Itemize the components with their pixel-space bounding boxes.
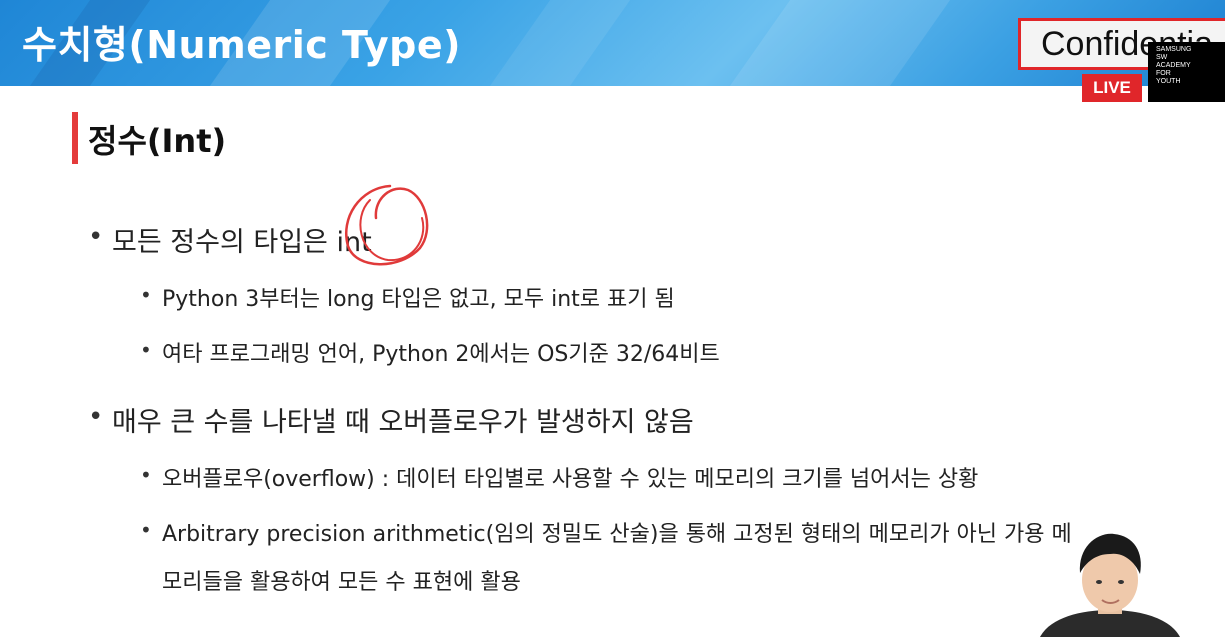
sub-bullet-item: Python 3부터는 long 타입은 없고, 모두 int로 표기 됨 (162, 287, 675, 312)
header-facet (489, 0, 631, 86)
section-accent-bar (72, 112, 78, 164)
bullet-dot: • (140, 283, 152, 307)
bullet-item: 매우 큰 수를 나타낼 때 오버플로우가 발생하지 않음 (112, 407, 694, 438)
live-badge: LIVE (1082, 74, 1142, 102)
bullet-dot: • (140, 518, 152, 542)
logo-line: SW (1156, 54, 1168, 61)
presenter-video (1040, 533, 1180, 637)
section-title: 정수(Int) (88, 122, 227, 160)
sub-bullet-continuation: 모리들을 활용하여 모든 수 표현에 활용 (162, 570, 521, 595)
header-facet (729, 0, 951, 86)
slide-title: 수치형(Numeric Type) (22, 23, 462, 67)
annotation-circle (345, 184, 429, 266)
logo-line: SAMSUNG (1156, 46, 1192, 53)
bullet-dot: • (140, 338, 152, 362)
academy-logo: SAMSUNG SW ACADEMY FOR YOUTH (1148, 42, 1225, 102)
bullet-dot: • (88, 222, 104, 252)
logo-line: YOUTH (1156, 78, 1181, 85)
logo-line: ACADEMY (1156, 62, 1191, 69)
sub-bullet-item: 오버플로우(overflow) : 데이터 타입별로 사용할 수 있는 메모리의… (162, 467, 979, 492)
bullet-dot: • (88, 402, 104, 432)
bullet-dot: • (140, 463, 152, 487)
sub-bullet-item: Arbitrary precision arithmetic(임의 정밀도 산술… (162, 522, 1072, 547)
sub-bullet-item: 여타 프로그래밍 언어, Python 2에서는 OS기준 32/64비트 (162, 342, 720, 367)
logo-line: FOR (1156, 70, 1171, 77)
